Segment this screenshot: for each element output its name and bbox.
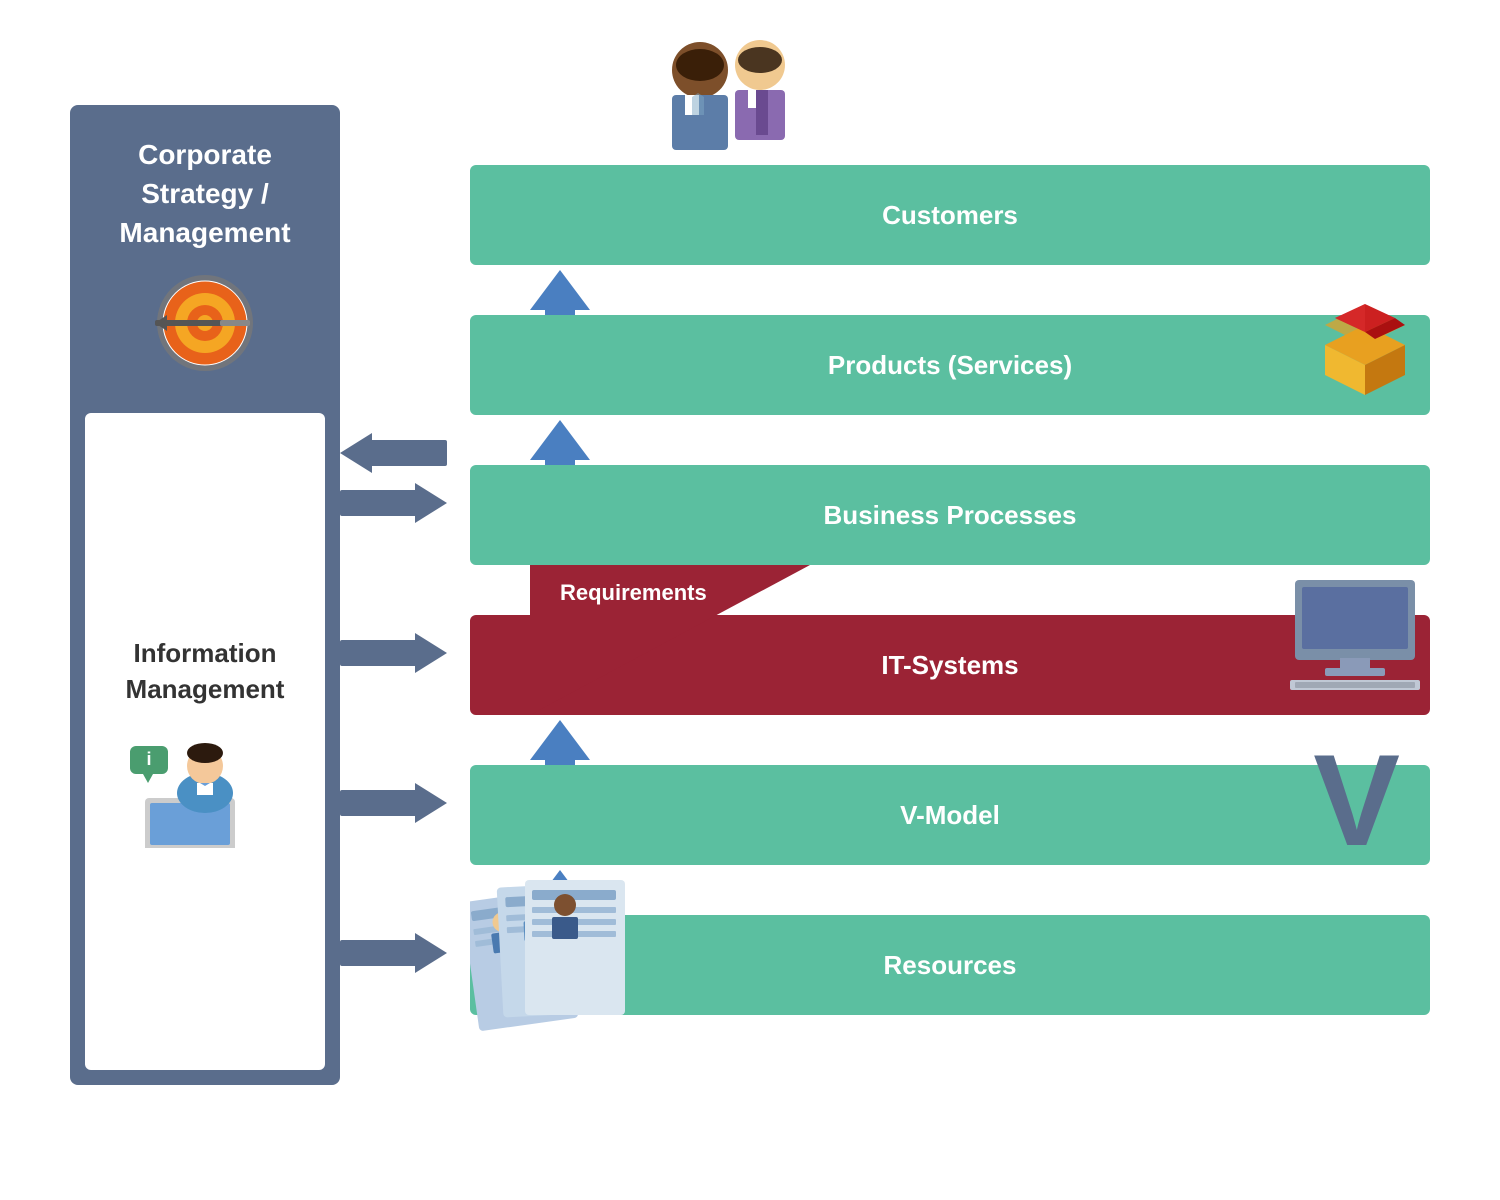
v-letter-icon: V xyxy=(1313,735,1400,865)
vmodel-layer: V-Model xyxy=(470,765,1430,865)
products-label: Products (Services) xyxy=(828,350,1072,381)
information-management-title: Information Management xyxy=(105,635,305,708)
svg-text:i: i xyxy=(146,749,151,769)
itsystems-label: IT-Systems xyxy=(881,650,1018,681)
computer-icon xyxy=(1290,580,1420,690)
left-arrow-business xyxy=(340,433,447,473)
product-box-icon xyxy=(1310,290,1420,400)
right-arrow-vmodel xyxy=(340,783,447,823)
business-label: Business Processes xyxy=(824,500,1077,531)
info-person-icon: i xyxy=(125,728,285,848)
customers-label: Customers xyxy=(882,200,1018,231)
sidebar: Corporate Strategy / Management xyxy=(70,105,340,1085)
right-arrow-business xyxy=(340,483,447,523)
customers-figures xyxy=(630,35,830,170)
layers-area: Customers Products (Services) xyxy=(410,35,1430,1165)
sidebar-bottom: Information Management i xyxy=(85,413,325,1070)
business-layer: Business Processes xyxy=(470,465,1430,565)
corporate-strategy-title: Corporate Strategy / Management xyxy=(90,135,320,253)
documents-icon xyxy=(470,875,650,1065)
vmodel-label: V-Model xyxy=(900,800,1000,831)
right-arrow-itsystems xyxy=(340,633,447,673)
sidebar-top: Corporate Strategy / Management xyxy=(70,105,340,413)
diagram-container: Corporate Strategy / Management xyxy=(50,25,1450,1175)
right-arrow-resources xyxy=(340,933,447,973)
resources-label: Resources xyxy=(884,950,1017,981)
customers-layer: Customers xyxy=(470,165,1430,265)
requirements-triangle: Requirements xyxy=(530,565,810,720)
svg-text:Requirements: Requirements xyxy=(560,580,707,605)
target-icon xyxy=(155,273,255,373)
products-layer: Products (Services) xyxy=(470,315,1430,415)
